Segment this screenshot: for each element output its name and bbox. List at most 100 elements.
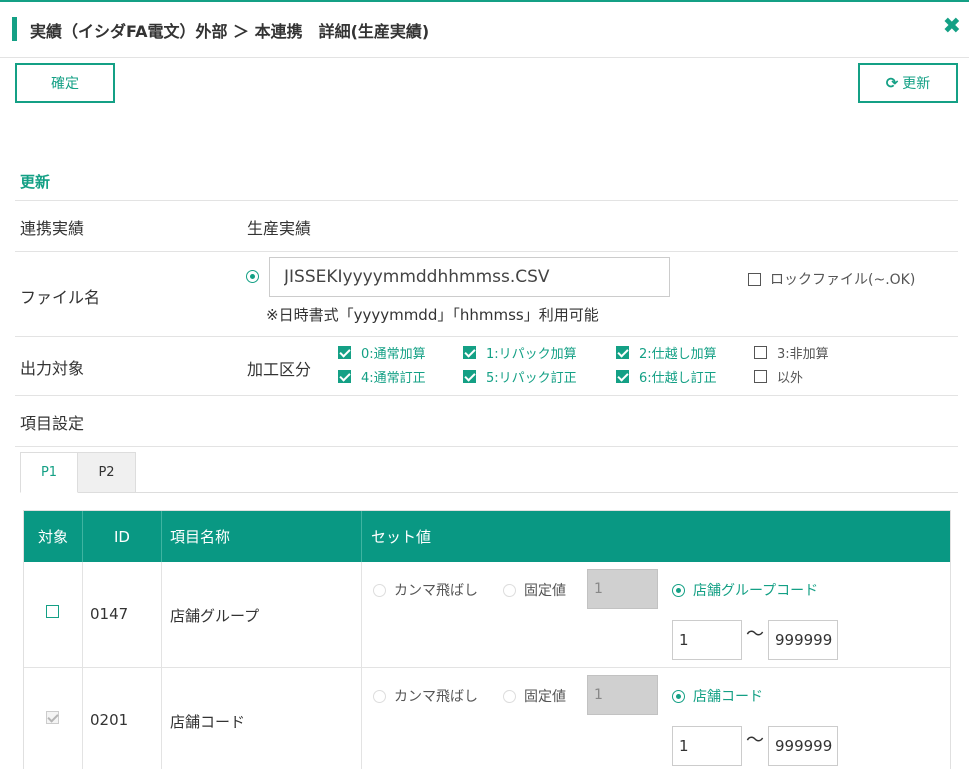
kako-checkbox[interactable] — [463, 346, 476, 359]
kako-checkbox[interactable] — [338, 346, 351, 359]
code-label: 店舗コード — [693, 689, 763, 705]
row-set-value-cell: カンマ飛ばし 固定値 1 店舗コード 1 〜 999999 — [362, 668, 950, 769]
row-target-checkbox[interactable] — [46, 605, 59, 618]
divider — [15, 200, 958, 201]
row-id-cell: 0147 — [83, 562, 162, 668]
row-name: 店舗コード — [170, 713, 246, 731]
kako-option-5[interactable]: 5:リパック訂正 — [463, 367, 577, 386]
range-to-input[interactable]: 999999 — [768, 620, 838, 660]
comma-skip-label: カンマ飛ばし — [394, 583, 478, 599]
kako-option-label: 2:仕越し加算 — [639, 347, 717, 362]
fixed-value-radio[interactable] — [503, 583, 516, 597]
fixed-value-option[interactable]: 固定値 — [503, 580, 566, 600]
row-id: 0201 — [90, 711, 129, 729]
filename-input[interactable] — [269, 257, 670, 297]
range-tilde: 〜 — [746, 624, 764, 645]
kako-option-1[interactable]: 1:リパック加算 — [463, 343, 577, 362]
comma-skip-option[interactable]: カンマ飛ばし — [373, 686, 478, 706]
item-settings-label: 項目設定 — [20, 414, 85, 433]
fixed-value-input[interactable]: 1 — [587, 569, 658, 609]
code-label: 店舗グループコード — [693, 583, 819, 599]
kako-checkbox[interactable] — [616, 370, 629, 383]
kako-option-4[interactable]: 4:通常訂正 — [338, 367, 426, 386]
range-tilde: 〜 — [746, 730, 764, 751]
fixed-value-label: 固定値 — [524, 583, 566, 599]
divider — [15, 395, 958, 396]
range-from-input[interactable]: 1 — [672, 726, 742, 766]
kako-option-label: 0:通常加算 — [361, 347, 426, 362]
close-icon[interactable]: ✖ — [943, 14, 961, 40]
grid-header-target: 対象 — [24, 511, 83, 562]
kako-option-label: 4:通常訂正 — [361, 371, 426, 386]
refresh-icon: ⟳ — [885, 74, 899, 92]
code-radio[interactable] — [672, 583, 685, 597]
link-result-value: 生産実績 — [247, 219, 312, 238]
divider — [15, 336, 958, 337]
fixed-value-input[interactable]: 1 — [587, 675, 658, 715]
section-title: 更新 — [20, 173, 51, 191]
kako-option-label: 5:リパック訂正 — [486, 371, 577, 386]
divider — [15, 446, 958, 447]
filename-radio[interactable] — [246, 270, 259, 283]
kako-option-0[interactable]: 0:通常加算 — [338, 343, 426, 362]
refresh-button-label: 更新 — [902, 76, 931, 92]
row-target-cell — [24, 668, 83, 769]
kako-checkbox[interactable] — [463, 370, 476, 383]
lock-file-checkbox[interactable] — [748, 272, 761, 286]
tab-baseline — [136, 492, 958, 493]
tab-p2[interactable]: P2 — [78, 452, 136, 493]
grid-header: 対象 ID 項目名称 セット値 — [24, 511, 950, 562]
row-target-checkbox[interactable] — [46, 711, 59, 724]
row-id: 0147 — [90, 605, 129, 623]
comma-skip-radio[interactable] — [373, 583, 386, 597]
kako-checkbox[interactable] — [754, 370, 767, 383]
kako-option-label: 以外 — [777, 371, 804, 386]
row-name-cell: 店舗コード — [162, 668, 362, 769]
grid-header-name: 項目名称 — [162, 511, 362, 562]
range-to-input[interactable]: 999999 — [768, 726, 838, 766]
filename-label: ファイル名 — [20, 288, 101, 307]
kako-checkbox[interactable] — [616, 346, 629, 359]
table-row: 0147 店舗グループ カンマ飛ばし 固定値 1 店舗グループコード 1 〜 9… — [24, 562, 950, 668]
link-result-label: 連携実績 — [20, 219, 85, 238]
fixed-value-radio[interactable] — [503, 689, 516, 703]
title-accent-bar — [12, 17, 17, 41]
row-name-cell: 店舗グループ — [162, 562, 362, 668]
lock-file-label: ロックファイル(~.OK) — [770, 272, 916, 288]
confirm-button[interactable]: 確定 — [15, 63, 115, 103]
lock-file-option[interactable]: ロックファイル(~.OK) — [748, 269, 915, 289]
fixed-value-option[interactable]: 固定値 — [503, 686, 566, 706]
code-option[interactable]: 店舗コード — [672, 686, 763, 706]
range-from-input[interactable]: 1 — [672, 620, 742, 660]
tab-p1[interactable]: P1 — [20, 452, 78, 493]
fixed-value-label: 固定値 — [524, 689, 566, 705]
kako-option-label: 6:仕越し訂正 — [639, 371, 717, 386]
dialog-header: 実績（イシダFA電文）外部 ＞ 本連携 詳細(生産実績) ✖ — [0, 2, 969, 58]
kako-checkbox[interactable] — [754, 346, 767, 359]
code-option[interactable]: 店舗グループコード — [672, 580, 818, 600]
filename-note: ※日時書式「yyyymmdd」「hhmmss」利用可能 — [266, 306, 599, 324]
row-name: 店舗グループ — [170, 607, 260, 625]
grid-header-set-value: セット値 — [371, 528, 432, 546]
row-target-cell — [24, 562, 83, 668]
comma-skip-label: カンマ飛ばし — [394, 689, 478, 705]
kako-checkbox[interactable] — [338, 370, 351, 383]
kako-option-7[interactable]: 以外 — [754, 367, 803, 386]
kako-option-2[interactable]: 2:仕越し加算 — [616, 343, 717, 362]
output-target-label: 出力対象 — [20, 359, 85, 378]
refresh-button[interactable]: ⟳ 更新 — [858, 63, 958, 103]
kako-option-6[interactable]: 6:仕越し訂正 — [616, 367, 717, 386]
item-grid: 対象 ID 項目名称 セット値 0147 店舗グループ カンマ飛ばし 固定値 1 — [23, 510, 951, 769]
page-title: 実績（イシダFA電文）外部 ＞ 本連携 詳細(生産実績) — [30, 22, 430, 41]
code-radio[interactable] — [672, 689, 685, 703]
kako-option-label: 3:非加算 — [777, 347, 829, 362]
comma-skip-option[interactable]: カンマ飛ばし — [373, 580, 478, 600]
row-set-value-cell: カンマ飛ばし 固定値 1 店舗グループコード 1 〜 999999 — [362, 562, 950, 668]
grid-header-id: ID — [83, 511, 162, 562]
kako-option-label: 1:リパック加算 — [486, 347, 577, 362]
kako-option-3[interactable]: 3:非加算 — [754, 343, 829, 362]
row-id-cell: 0201 — [83, 668, 162, 769]
table-row: 0201 店舗コード カンマ飛ばし 固定値 1 店舗コード 1 〜 999999 — [24, 668, 950, 769]
comma-skip-radio[interactable] — [373, 689, 386, 703]
kako-label: 加工区分 — [247, 360, 312, 379]
